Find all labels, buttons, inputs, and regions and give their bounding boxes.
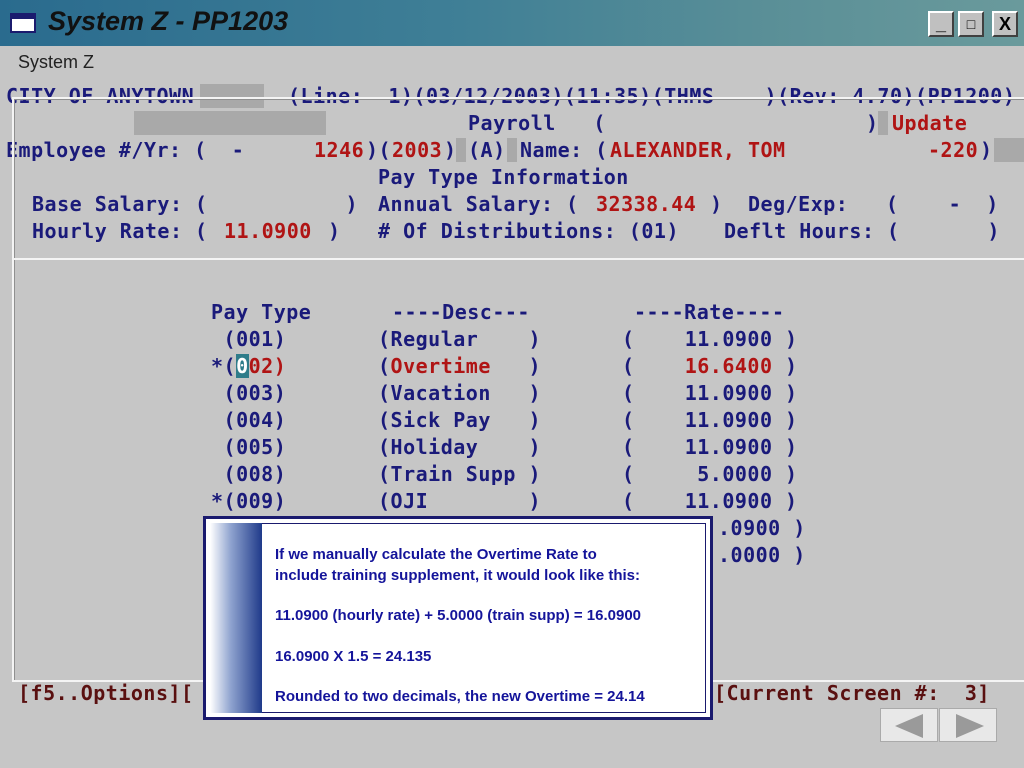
pay-type-desc: (Regular ) [378,327,542,351]
annual-salary-label: Annual Salary: ( [378,192,579,216]
pay-type-code[interactable]: *(002) [211,354,286,378]
next-slide-button[interactable] [939,708,997,742]
pay-type-desc: (OJI ) [378,489,542,513]
pay-type-rate: ( 11.0900 ) [622,489,798,513]
callout-line: Rounded to two decimals, the new Overtim… [275,688,645,705]
close-button[interactable]: X [992,11,1018,37]
window-icon[interactable] [10,13,36,33]
pay-type-rate: ( 11.0900 ) [622,327,798,351]
default-hours-field[interactable]: Deflt Hours: ( ) [724,219,1000,243]
callout-line: If we manually calculate the Overtime Ra… [275,546,597,563]
text-cursor[interactable]: 0 [236,354,249,378]
pay-type-rate: ( 16.6400 ) [622,354,798,378]
pay-type-code[interactable]: (001) [211,327,286,351]
section-divider [12,258,1024,260]
base-salary-field[interactable]: Base Salary: ( ) [32,192,358,216]
footer-options[interactable]: [f5..Options][ [18,681,194,705]
footer-screen-number: [Current Screen #: 3] [714,681,990,705]
header-desc: ----Desc--- [392,300,530,324]
desc-close: ) [490,354,542,378]
callout-line: 11.0900 (hourly rate) + 5.0000 (train su… [275,607,642,624]
pay-type-rate: ( 5.0000 ) [622,462,798,486]
menu-system-z[interactable]: System Z [18,52,94,73]
hourly-rate-label: Hourly Rate: ( [32,219,208,243]
hourly-rate-value[interactable]: 11.0900 [224,219,312,243]
annual-salary-value: 32338.44 [596,192,697,216]
section-title: Pay Type Information [372,165,635,189]
arrow-right-icon [956,714,984,738]
rate-open: ( [622,354,685,378]
desc-text: Overtime [390,354,491,378]
annual-salary-close: ) [710,192,723,216]
pay-type-desc: (Sick Pay ) [378,408,542,432]
pay-type-rate: .0000 ) [718,543,806,567]
pay-type-desc: (Vacation ) [378,381,542,405]
previous-slide-button[interactable] [880,708,938,742]
minimize-button[interactable]: _ [928,11,954,37]
pay-type-rate: ( 11.0900 ) [622,408,798,432]
header-pay-type: Pay Type [211,300,312,324]
deg-exp-field[interactable]: Deg/Exp: ( - ) [748,192,999,216]
pay-type-rate: ( 11.0900 ) [622,381,798,405]
title-bar: System Z - PP1203 _ □ X [0,0,1024,46]
arrow-left-icon [895,714,923,738]
pay-type-rate: ( 11.0900 ) [622,435,798,459]
maximize-button[interactable]: □ [958,11,984,37]
row-marker: *( [211,354,237,378]
pay-type-rate: .0900 ) [718,516,806,540]
desc-open: ( [378,354,391,378]
menu-bar: System Z [0,46,1024,80]
pay-type-code[interactable]: *(009) [211,489,286,513]
distributions-field: # Of Distributions: (01) [378,219,679,243]
pay-type-desc: (Overtime ) [378,354,541,378]
rate-close: ) [772,354,798,378]
callout-line: 16.0900 X 1.5 = 24.135 [275,648,432,665]
callout-gradient-bar [210,523,262,713]
pay-type-code[interactable]: (003) [211,381,286,405]
pay-type-desc: (Train Supp ) [378,462,542,486]
hourly-rate-close: ) [328,219,341,243]
pay-type-code-rest: 02) [248,354,287,378]
header-rate: ----Rate---- [634,300,785,324]
pay-type-desc: (Holiday ) [378,435,542,459]
pay-type-code[interactable]: (004) [211,408,286,432]
window-title: System Z - PP1203 [48,6,289,36]
callout-line: include training supplement, it would lo… [275,567,641,584]
pay-type-code[interactable]: (008) [211,462,286,486]
pay-type-code[interactable]: (005) [211,435,286,459]
rate-value: 16.6400 [684,354,773,378]
